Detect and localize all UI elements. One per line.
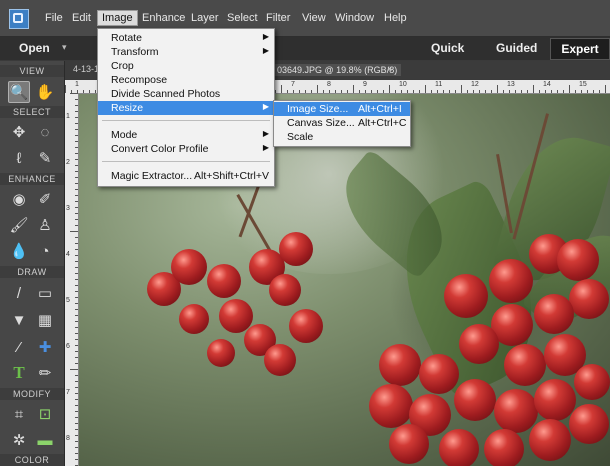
quick-selection-tool-icon[interactable]: ✎ (34, 147, 56, 169)
menu-edit[interactable]: Edit (72, 12, 91, 24)
type-tool-icon[interactable]: T (8, 362, 30, 384)
shortcut-label: Alt+Ctrl+C (358, 117, 407, 129)
mode-guided-tab[interactable]: Guided (496, 41, 537, 55)
submenu-arrow-icon: ▶ (262, 143, 269, 152)
menu-item-magic-extractor[interactable]: Magic Extractor... Alt+Shift+Ctrl+V (98, 169, 274, 183)
hand-tool-icon[interactable]: ✋ (34, 81, 56, 103)
lasso-tool-icon[interactable]: ℓ (8, 147, 30, 169)
submenu-arrow-icon: ▶ (262, 46, 269, 55)
app-logo-icon (9, 9, 29, 29)
ruler-number: 13 (507, 81, 515, 88)
submenu-arrow-icon: ▶ (262, 129, 269, 138)
ruler-number: 3 (66, 205, 70, 212)
zoom-tool-icon[interactable]: 🔍 (8, 81, 30, 103)
menu-item-scale[interactable]: Scale (274, 130, 410, 144)
clone-stamp-tool-icon[interactable]: ♙ (34, 214, 56, 236)
vertical-ruler: 1 2 3 4 5 6 7 8 (65, 93, 79, 466)
mode-bar: Open ▾ Quick Guided Expert (0, 37, 610, 60)
blur-tool-icon[interactable]: 💧 (8, 240, 30, 262)
menu-separator (102, 120, 270, 121)
section-modify-label: MODIFY (0, 388, 64, 400)
ruler-number: 4 (66, 251, 70, 258)
custom-shape-tool-icon[interactable]: ✚ (34, 336, 56, 358)
pencil-tool-icon[interactable]: ✏ (34, 362, 56, 384)
menu-help[interactable]: Help (384, 12, 407, 24)
menu-item-recompose[interactable]: Recompose (98, 73, 274, 87)
marquee-tool-icon[interactable]: ◌ (34, 121, 56, 143)
ruler-number: 14 (543, 81, 551, 88)
menu-enhance[interactable]: Enhance (142, 12, 185, 24)
section-select-label: SELECT (0, 106, 64, 118)
menu-select[interactable]: Select (227, 12, 258, 24)
content-aware-move-tool-icon[interactable]: ✲ (8, 429, 30, 451)
menu-item-resize[interactable]: Resize ▶ (98, 101, 274, 115)
ruler-number: 6 (66, 343, 70, 350)
eyedropper-tool-icon[interactable]: ⁄ (8, 336, 30, 358)
menu-file[interactable]: File (45, 12, 63, 24)
image-menu-dropdown: Rotate ▶ Transform ▶ Crop Recompose Divide… (97, 28, 275, 187)
menu-window[interactable]: Window (335, 12, 374, 24)
ruler-number: 7 (66, 389, 70, 396)
submenu-arrow-icon: ▶ (262, 32, 269, 41)
ruler-number: 9 (363, 81, 367, 88)
menu-item-mode[interactable]: Mode ▶ (98, 128, 274, 142)
mode-expert-tab[interactable]: Expert (550, 38, 610, 60)
menu-item-image-size[interactable]: Image Size... Alt+Ctrl+I (274, 102, 410, 116)
section-view-label: VIEW (0, 65, 64, 77)
section-enhance-label: ENHANCE (0, 173, 64, 185)
menu-view[interactable]: View (302, 12, 326, 24)
menu-item-crop[interactable]: Crop (98, 59, 274, 73)
document-tab-1[interactable]: 4-13-1 (73, 64, 99, 74)
menubar: File Edit Image Enhance Layer Select Fil… (0, 0, 610, 37)
open-dropdown-icon[interactable]: ▾ (62, 42, 67, 53)
move-tool-icon[interactable]: ✥ (8, 121, 30, 143)
menu-item-convert-color-profile[interactable]: Convert Color Profile ▶ (98, 142, 274, 156)
ruler-number: 10 (399, 81, 407, 88)
menu-image[interactable]: Image (97, 10, 138, 26)
ruler-number: 8 (327, 81, 331, 88)
ruler-number: 1 (66, 113, 70, 120)
menu-separator (102, 161, 270, 162)
close-tab-icon[interactable]: × (387, 64, 392, 74)
mode-quick-tab[interactable]: Quick (431, 41, 464, 55)
brush-tool-icon[interactable]: / (8, 282, 30, 304)
smart-brush-tool-icon[interactable]: 🖌 (8, 214, 30, 236)
ruler-number: 7 (291, 81, 295, 88)
gradient-tool-icon[interactable]: ▦ (34, 309, 56, 331)
open-button[interactable]: Open (19, 41, 50, 55)
section-draw-label: DRAW (0, 266, 64, 278)
ruler-number: 2 (66, 159, 70, 166)
submenu-arrow-icon: ▶ (262, 102, 269, 111)
ruler-number: 8 (66, 435, 70, 442)
ruler-number: 11 (435, 81, 443, 88)
ruler-number: 12 (471, 81, 479, 88)
red-eye-tool-icon[interactable]: ◉ (8, 188, 30, 210)
shortcut-label: Alt+Shift+Ctrl+V (194, 170, 269, 182)
ruler-number: 5 (66, 297, 70, 304)
crop-tool-icon[interactable]: ⌗ (8, 403, 30, 425)
ruler-number: 15 (579, 81, 587, 88)
menu-item-divide-scanned-photos[interactable]: Divide Scanned Photos (98, 87, 274, 101)
ruler-number: 1 (75, 81, 79, 88)
sponge-tool-icon[interactable]: ◔ (34, 240, 56, 262)
menu-filter[interactable]: Filter (266, 12, 290, 24)
shortcut-label: Alt+Ctrl+I (358, 103, 402, 115)
menu-item-rotate[interactable]: Rotate ▶ (98, 31, 274, 45)
menu-layer[interactable]: Layer (191, 12, 219, 24)
straighten-tool-icon[interactable]: ▬ (34, 429, 56, 451)
toolbox: VIEW 🔍 ✋ SELECT ✥ ◌ ℓ ✎ ENHANCE ◉ ✐ 🖌 ♙ … (0, 61, 65, 466)
paint-bucket-tool-icon[interactable]: ▼ (8, 309, 30, 331)
document-tab-2[interactable]: 03649.JPG @ 19.8% (RGB/8) (273, 64, 402, 76)
recompose-tool-icon[interactable]: ⊡ (34, 403, 56, 425)
menu-item-transform[interactable]: Transform ▶ (98, 45, 274, 59)
menu-item-canvas-size[interactable]: Canvas Size... Alt+Ctrl+C (274, 116, 410, 130)
eraser-tool-icon[interactable]: ▭ (34, 282, 56, 304)
resize-submenu: Image Size... Alt+Ctrl+I Canvas Size... … (273, 100, 411, 147)
spot-healing-tool-icon[interactable]: ✐ (34, 188, 56, 210)
section-color-label: COLOR (0, 454, 64, 466)
